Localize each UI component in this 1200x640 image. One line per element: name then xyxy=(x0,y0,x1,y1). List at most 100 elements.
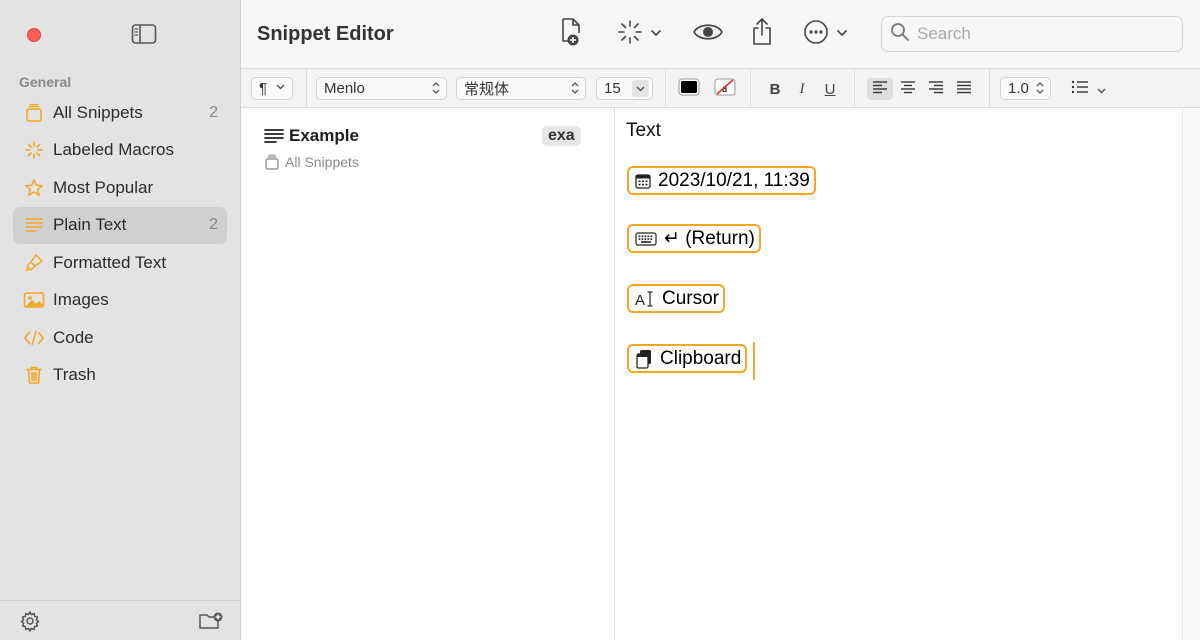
sidebar-item-label: Trash xyxy=(53,365,96,385)
search-input[interactable] xyxy=(917,24,1167,44)
text-lines-icon xyxy=(23,214,45,236)
sidebar-toggle-icon[interactable] xyxy=(131,23,157,45)
editor-scrollbar[interactable] xyxy=(1182,108,1200,640)
sidebar-item-plain-text[interactable]: Plain Text 2 xyxy=(13,206,227,244)
sidebar-item-count: 2 xyxy=(209,103,218,121)
chevron-down-icon xyxy=(650,28,662,40)
sidebar-item-label: All Snippets xyxy=(53,102,143,122)
sidebar-item-most-popular[interactable]: Most Popular xyxy=(13,169,227,207)
up-down-arrows-icon xyxy=(1036,81,1044,96)
paragraph-label: ¶ xyxy=(259,80,268,97)
sidebar-footer xyxy=(0,600,241,640)
token-label: Clipboard xyxy=(660,347,742,369)
sidebar-list: All Snippets 2 Labeled Macros Most Popul… xyxy=(13,94,227,394)
font-family-value: Menlo xyxy=(324,80,365,97)
preview-button[interactable] xyxy=(692,18,724,50)
sidebar-item-trash[interactable]: Trash xyxy=(13,357,227,395)
sidebar-item-label: Plain Text xyxy=(53,215,127,235)
align-left-icon xyxy=(872,80,888,98)
sidebar-item-all-snippets[interactable]: All Snippets 2 xyxy=(13,94,227,132)
title-bar: Snippet Editor xyxy=(241,0,1200,68)
bullet-list-icon xyxy=(1071,80,1089,98)
keyboard-icon xyxy=(635,231,657,246)
share-button[interactable] xyxy=(750,17,774,50)
sparkle-icon xyxy=(23,139,45,161)
font-size-combo[interactable]: 15 xyxy=(596,77,653,100)
ellipsis-circle-icon xyxy=(802,18,830,51)
new-document-icon xyxy=(558,17,586,52)
calendar-icon xyxy=(635,173,651,189)
toolbar-separator xyxy=(306,69,307,108)
sidebar-item-count: 2 xyxy=(209,216,218,234)
snippet-folder: All Snippets xyxy=(264,154,359,170)
sparkle-wand-icon xyxy=(616,18,644,51)
snippet-folder-label: All Snippets xyxy=(285,154,359,170)
window-close-button[interactable] xyxy=(27,28,41,42)
italic-button[interactable]: I xyxy=(792,78,812,100)
more-actions-button[interactable] xyxy=(802,18,848,50)
gear-icon[interactable] xyxy=(19,610,41,632)
chevron-down-icon xyxy=(276,81,285,93)
cursor-macro-token[interactable]: A Cursor xyxy=(627,284,726,313)
search-field[interactable] xyxy=(881,16,1183,52)
snippet-editor[interactable]: Text 2023/10/21, 11:39 ↵ (Return) A Curs… xyxy=(616,108,1200,640)
sidebar-item-images[interactable]: Images xyxy=(13,282,227,320)
toolbar-separator xyxy=(665,69,666,108)
cursor-icon: A xyxy=(635,290,655,308)
new-snippet-button[interactable] xyxy=(558,17,586,52)
no-highlight-icon: a xyxy=(714,78,736,100)
align-justify-button[interactable] xyxy=(951,78,977,100)
new-folder-icon[interactable] xyxy=(198,610,224,632)
up-down-arrows-icon xyxy=(432,81,440,96)
key-macro-token[interactable]: ↵ (Return) xyxy=(627,224,761,253)
font-size-value: 15 xyxy=(604,80,621,97)
chevron-down-icon xyxy=(836,28,848,40)
bold-button[interactable]: B xyxy=(765,78,785,100)
star-icon xyxy=(23,177,45,199)
line-spacing-value: 1.0 xyxy=(1008,80,1029,97)
highlight-color-button[interactable]: a xyxy=(713,78,737,100)
token-label: 2023/10/21, 11:39 xyxy=(658,169,810,191)
photo-icon xyxy=(23,289,45,311)
chevron-down-icon[interactable] xyxy=(632,80,649,97)
window-title: Snippet Editor xyxy=(257,23,394,45)
line-spacing-popup[interactable]: 1.0 xyxy=(1000,77,1051,100)
sidebar-item-labeled-macros[interactable]: Labeled Macros xyxy=(13,132,227,170)
clipboard-macro-token[interactable]: Clipboard xyxy=(627,344,748,373)
up-down-arrows-icon xyxy=(571,81,579,96)
text-color-button[interactable] xyxy=(677,78,701,100)
date-macro-token[interactable]: 2023/10/21, 11:39 xyxy=(627,166,816,195)
sidebar: General All Snippets 2 Labeled Macros Mo… xyxy=(0,0,241,640)
list-style-button[interactable] xyxy=(1069,78,1107,100)
text-caret xyxy=(753,342,755,380)
section-label-general: General xyxy=(19,74,72,90)
sidebar-item-label: Most Popular xyxy=(53,177,154,197)
macro-menu-button[interactable] xyxy=(616,18,662,50)
svg-text:A: A xyxy=(635,292,645,308)
align-left-button[interactable] xyxy=(867,78,893,100)
editor-text: Text xyxy=(626,120,661,141)
sidebar-item-code[interactable]: Code xyxy=(13,319,227,357)
underline-button[interactable]: U xyxy=(820,78,840,100)
align-right-button[interactable] xyxy=(923,78,949,100)
sidebar-item-label: Formatted Text xyxy=(53,252,167,272)
align-justify-icon xyxy=(956,80,972,98)
paragraph-style-popup[interactable]: ¶ xyxy=(251,77,293,100)
code-icon xyxy=(23,327,45,349)
sidebar-item-label: Images xyxy=(53,290,109,310)
tray-icon xyxy=(264,154,280,170)
font-style-popup[interactable]: 常规体 xyxy=(456,77,586,100)
snippet-title: Example xyxy=(264,126,359,146)
sidebar-item-formatted-text[interactable]: Formatted Text xyxy=(13,244,227,282)
align-center-button[interactable] xyxy=(895,78,921,100)
text-lines-icon xyxy=(264,128,284,144)
format-toolbar: ¶ Menlo 常规体 15 a B I U xyxy=(241,68,1200,108)
toolbar-separator xyxy=(750,69,751,108)
sidebar-item-label: Labeled Macros xyxy=(53,140,174,160)
font-family-popup[interactable]: Menlo xyxy=(316,77,447,100)
sidebar-item-label: Code xyxy=(53,327,94,347)
tray-icon xyxy=(23,102,45,124)
eye-icon xyxy=(692,20,724,49)
search-icon xyxy=(890,22,910,47)
color-swatch-icon xyxy=(678,78,700,100)
